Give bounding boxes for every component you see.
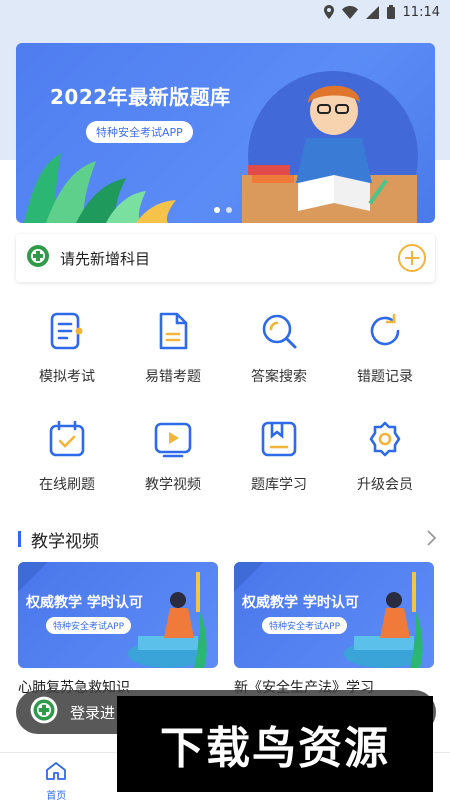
login-toast-text: 登录进 <box>70 703 116 722</box>
tab-home[interactable]: 首页 <box>0 753 113 800</box>
search-icon <box>260 312 298 354</box>
feature-label: 错题记录 <box>357 369 413 385</box>
section-title: 教学视频 <box>31 531 99 552</box>
feature-upgrade-member[interactable]: 升级会员 <box>332 420 438 494</box>
battery-icon <box>386 5 395 19</box>
tab-label: 首页 <box>46 791 67 800</box>
feature-label: 易错考题 <box>145 369 201 385</box>
feature-question-bank[interactable]: 题库学习 <box>226 420 332 494</box>
chevron-right-icon[interactable] <box>426 530 437 550</box>
feature-label: 教学视频 <box>145 477 201 493</box>
feature-mock-exam[interactable]: 模拟考试 <box>14 312 120 386</box>
feature-teaching-video[interactable]: 教学视频 <box>120 420 226 494</box>
gear-icon <box>366 420 404 462</box>
document-icon <box>155 312 191 354</box>
refresh-icon <box>366 312 404 354</box>
feature-error-record[interactable]: 错题记录 <box>332 312 438 386</box>
home-icon <box>45 761 67 785</box>
banner-pill: 特种安全考试APP <box>86 121 193 143</box>
feature-error-prone[interactable]: 易错考题 <box>120 312 226 386</box>
feature-online-practice[interactable]: 在线刷题 <box>14 420 120 494</box>
status-bar: 11:14 <box>0 0 450 24</box>
feature-label: 题库学习 <box>251 477 307 493</box>
video-card[interactable]: 权威教学 学时认可 特种安全考试APP <box>18 562 218 668</box>
medical-cross-icon <box>26 244 50 272</box>
banner-title: 2022年最新版题库 <box>50 85 231 109</box>
status-time: 11:14 <box>402 4 440 20</box>
add-subject-bar[interactable]: 请先新增科目 <box>16 234 435 282</box>
video-play-icon <box>154 420 192 462</box>
video-banner-title: 权威教学 学时认可 <box>242 595 359 611</box>
add-subject-label: 请先新增科目 <box>60 249 151 268</box>
video-thumbnail-illustration <box>18 562 208 668</box>
video-card[interactable]: 权威教学 学时认可 特种安全考试APP <box>234 562 434 668</box>
feature-grid-row-1: 模拟考试 易错考题 答案搜索 错题记录 <box>0 312 450 386</box>
carousel-indicator <box>214 207 232 213</box>
banner-illustration <box>24 85 417 223</box>
feature-label: 答案搜索 <box>251 369 307 385</box>
section-header-videos: 教学视频 <box>18 526 438 552</box>
promo-banner[interactable]: 2022年最新版题库 特种安全考试APP <box>16 43 435 223</box>
video-banner-pill: 特种安全考试APP <box>46 617 132 634</box>
signal-icon <box>365 5 379 19</box>
video-thumbnail-illustration <box>234 562 424 668</box>
bookmark-icon <box>260 420 298 462</box>
feature-label: 升级会员 <box>357 477 413 493</box>
exam-list-icon <box>49 312 85 354</box>
add-circle-icon[interactable] <box>397 243 427 277</box>
feature-label: 在线刷题 <box>39 477 95 493</box>
location-icon <box>323 5 334 19</box>
feature-answer-search[interactable]: 答案搜索 <box>226 312 332 386</box>
feature-label: 模拟考试 <box>39 369 95 385</box>
section-accent-bar <box>18 531 21 547</box>
watermark: 下载鸟资源 <box>117 696 433 792</box>
carousel-dot <box>226 207 232 213</box>
watermark-text: 下载鸟资源 <box>160 723 390 774</box>
medical-cross-icon <box>30 696 58 728</box>
feature-grid-row-2: 在线刷题 教学视频 题库学习 升级会员 <box>0 420 450 494</box>
calendar-check-icon <box>48 420 86 462</box>
video-banner-title: 权威教学 学时认可 <box>26 595 143 611</box>
carousel-dot <box>214 207 220 213</box>
wifi-icon <box>341 5 358 19</box>
video-banner-pill: 特种安全考试APP <box>262 617 348 634</box>
